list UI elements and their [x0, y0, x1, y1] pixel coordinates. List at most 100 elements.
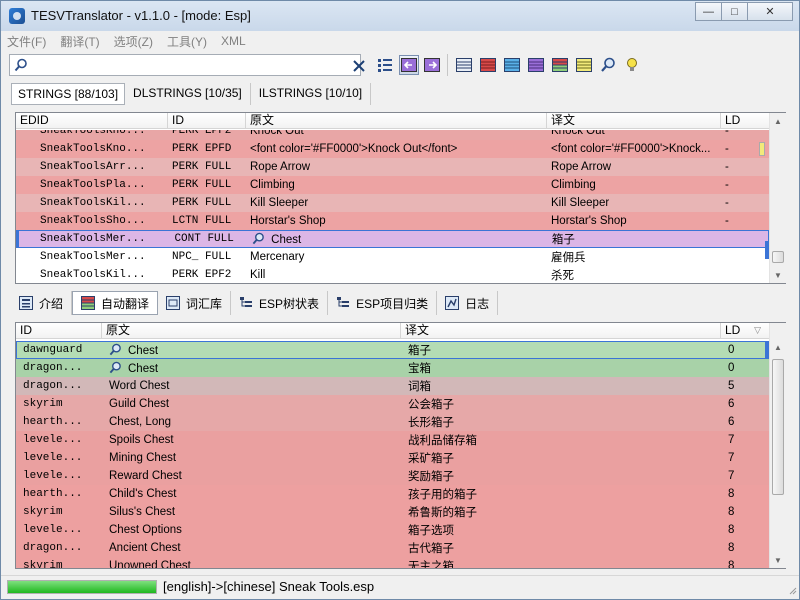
- auto-scroll-up-icon[interactable]: ▲: [770, 339, 786, 355]
- cell-id: PERK FULL: [168, 161, 246, 173]
- list-item[interactable]: dawnguard Chest 箱子 0: [16, 341, 769, 359]
- toolbar: [1, 51, 799, 79]
- table-row[interactable]: SneakToolsKil... PERK EPF2 Kill 杀死: [16, 266, 769, 283]
- cell-auto-ld-text: 8: [728, 506, 735, 518]
- list-item[interactable]: skyrim Silus's Chest 希鲁斯的箱子 8: [16, 503, 769, 521]
- col-auto-original[interactable]: 原文: [102, 323, 401, 339]
- list-item[interactable]: levele... Mining Chest 采矿箱子 7: [16, 449, 769, 467]
- menu-translate[interactable]: 翻译(T): [60, 33, 99, 50]
- menu-file[interactable]: 文件(F): [7, 33, 46, 50]
- maximize-button[interactable]: □: [721, 2, 748, 21]
- table-row[interactable]: SneakToolsPla... PERK FULL Climbing Climbin…: [16, 176, 769, 194]
- list-item[interactable]: skyrim Guild Chest 公会箱子 6: [16, 395, 769, 413]
- scroll-up-icon[interactable]: ▲: [770, 113, 786, 129]
- list-item[interactable]: levele... Spoils Chest 战利品储存箱 7: [16, 431, 769, 449]
- find-button[interactable]: [598, 55, 618, 75]
- cell-auto-id: levele...: [16, 452, 102, 464]
- cell-auto-translation: 孩子用的箱子: [401, 486, 721, 502]
- minimize-button[interactable]: —: [695, 2, 722, 21]
- col-id[interactable]: ID: [168, 113, 246, 129]
- table-row[interactable]: SneakToolsMer... CONT FULL Chest 箱子: [16, 230, 769, 248]
- list-item[interactable]: dragon... Ancient Chest 古代箱子 8: [16, 539, 769, 557]
- filter-red-button[interactable]: [478, 55, 498, 75]
- list-item[interactable]: hearth... Chest, Long 长形箱子 6: [16, 413, 769, 431]
- col-original[interactable]: 原文: [246, 113, 547, 129]
- menu-xml[interactable]: XML: [221, 34, 246, 48]
- col-auto-translation[interactable]: 译文: [401, 323, 721, 339]
- auto-scroll-thumb[interactable]: [772, 359, 784, 495]
- auto-scroll-down-icon[interactable]: ▼: [770, 552, 786, 568]
- tab-log[interactable]: 日志: [437, 291, 499, 315]
- tab-esp-category[interactable]: ESP项目归类: [328, 291, 438, 315]
- tab-ilstrings[interactable]: ILSTRINGS [10/10]: [251, 83, 372, 105]
- cell-auto-translation-text: 词箱: [408, 381, 431, 393]
- table-yellow-icon: [576, 58, 592, 72]
- menu-tools[interactable]: 工具(Y): [167, 33, 207, 50]
- scroll-down-icon[interactable]: ▼: [770, 267, 786, 283]
- cell-original-text: <font color='#FF0000'>Knock Out</font>: [250, 143, 458, 155]
- search-box[interactable]: [9, 54, 365, 76]
- cell-translation: 箱子: [548, 231, 721, 247]
- col-ld[interactable]: LD: [721, 113, 769, 129]
- tab-intro[interactable]: 介绍: [11, 291, 73, 315]
- col-auto-id[interactable]: ID: [16, 323, 102, 339]
- tab-esp-tree[interactable]: ESP树状表: [231, 291, 329, 315]
- cell-original-text: Horstar's Shop: [250, 215, 326, 227]
- cell-original: Rope Arrow: [246, 161, 547, 173]
- cell-auto-original: Chest, Long: [102, 416, 401, 428]
- tab-esp-tree-label: ESP树状表: [259, 296, 320, 311]
- list-item[interactable]: levele... Reward Chest 奖励箱子 7: [16, 467, 769, 485]
- strings-table[interactable]: EDID ID 原文 译文 LD SneakToolsKno... PERK EP…: [15, 112, 786, 284]
- cell-auto-original-text: Mining Chest: [109, 452, 177, 464]
- cell-auto-original-text: Unowned Chest: [109, 560, 191, 568]
- col-translation[interactable]: 译文: [547, 113, 721, 129]
- menu-options[interactable]: 选项(Z): [114, 33, 153, 50]
- auto-translate-table[interactable]: ID 原文 译文 LD ▽ dawnguard Chest 箱子 0 dragon...…: [15, 322, 786, 569]
- list-item[interactable]: dragon... Chest 宝箱 0: [16, 359, 769, 377]
- list-item[interactable]: hearth... Child's Chest 孩子用的箱子 8: [16, 485, 769, 503]
- auto-scrollbar[interactable]: ▲ ▼: [769, 323, 786, 568]
- cell-auto-translation: 宝箱: [401, 360, 721, 376]
- list-item[interactable]: skyrim Unowned Chest 无主之箱 8: [16, 557, 769, 568]
- resize-grip-icon[interactable]: [787, 585, 797, 595]
- table-row[interactable]: SneakToolsArr... PERK FULL Rope Arrow Rope …: [16, 158, 769, 176]
- auto-translate-icon: [81, 296, 96, 310]
- cell-auto-ld-text: 8: [728, 488, 735, 500]
- table-row[interactable]: SneakToolsMer... NPC_ FULL Mercenary 雇佣兵: [16, 248, 769, 266]
- tab-dlstrings[interactable]: DLSTRINGS [10/35]: [125, 83, 251, 105]
- filter-white-button[interactable]: [454, 55, 474, 75]
- search-input[interactable]: [32, 57, 332, 73]
- prev-button[interactable]: [399, 55, 419, 75]
- list-item[interactable]: dragon... Word Chest 词箱 5: [16, 377, 769, 395]
- table-row[interactable]: SneakToolsKil... PERK FULL Kill Sleeper Kil…: [16, 194, 769, 212]
- cell-auto-original: Word Chest: [102, 380, 401, 392]
- col-edid[interactable]: EDID: [16, 113, 168, 129]
- filter-blue-button[interactable]: [502, 55, 522, 75]
- strings-scrollbar[interactable]: ▲ ▼: [769, 113, 786, 283]
- title-bar[interactable]: TESVTranslator - v1.1.0 - [mode: Esp] — …: [1, 1, 799, 31]
- close-button[interactable]: ✕: [747, 2, 793, 21]
- tab-strings[interactable]: STRINGS [88/103]: [11, 83, 126, 105]
- next-button[interactable]: [422, 55, 442, 75]
- table-row[interactable]: SneakToolsKno... PERK EPF2 Knock Out Knock …: [16, 130, 769, 140]
- list-view-button[interactable]: [375, 55, 395, 75]
- cell-edid: SneakToolsKil...: [16, 197, 168, 209]
- cell-auto-translation: 公会箱子: [401, 396, 721, 412]
- search-icon: [252, 232, 271, 246]
- sort-desc-icon: ▽: [754, 325, 761, 335]
- clear-search-icon[interactable]: [352, 59, 366, 73]
- tip-button[interactable]: [622, 55, 642, 75]
- list-item[interactable]: levele... Chest Options 箱子选项 8: [16, 521, 769, 539]
- filter-purple-button[interactable]: [526, 55, 546, 75]
- tab-auto-translate[interactable]: 自动翻译: [72, 291, 159, 315]
- tab-vocabulary[interactable]: 词汇库: [158, 291, 232, 315]
- filter-mixed-button[interactable]: [550, 55, 570, 75]
- filter-yellow-button[interactable]: [574, 55, 594, 75]
- status-bar: [english]->[chinese] Sneak Tools.esp: [1, 575, 799, 597]
- cell-auto-id: hearth...: [16, 488, 102, 500]
- table-row[interactable]: SneakToolsSho... LCTN FULL Horstar's Shop H…: [16, 212, 769, 230]
- col-auto-ld[interactable]: LD ▽: [721, 323, 769, 339]
- scroll-thumb[interactable]: [772, 251, 784, 263]
- cell-auto-translation-text: 战利品储存箱: [408, 435, 477, 447]
- table-row[interactable]: SneakToolsKno... PERK EPFD <font color='#F…: [16, 140, 769, 158]
